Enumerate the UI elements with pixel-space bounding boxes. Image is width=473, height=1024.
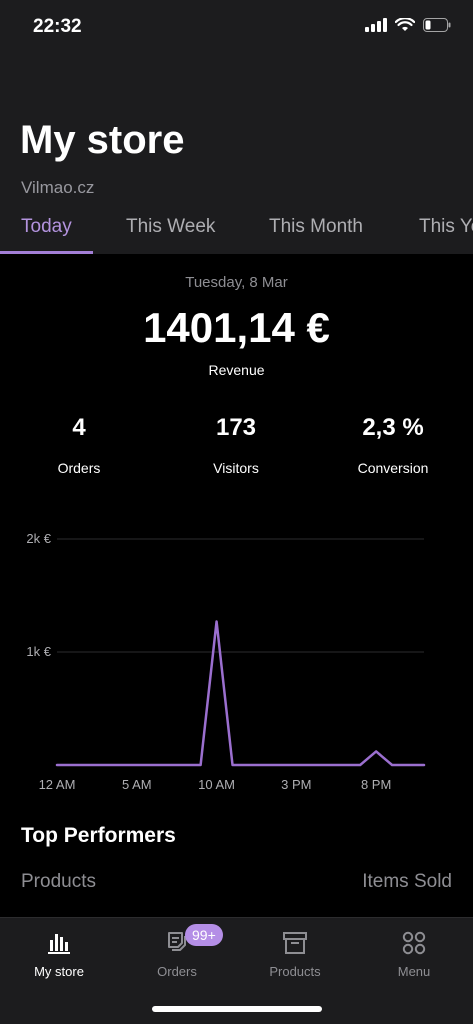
tabbar-my-store-label: My store — [34, 964, 84, 979]
store-header: My store Vilmao.cz Today This Week This … — [0, 56, 473, 254]
chart-x-tick-label: 8 PM — [361, 777, 391, 792]
stat-visitors-label: Visitors — [213, 460, 259, 476]
chart-series-line — [55, 620, 426, 767]
cellular-signal-icon — [365, 18, 387, 32]
battery-icon — [423, 18, 451, 32]
tabbar-orders-label: Orders — [157, 964, 197, 979]
stat-conversion-value: 2,3 % — [362, 414, 424, 441]
tab-this-year[interactable]: This Year — [419, 216, 473, 238]
chart-x-ticks: 12 AM 5 AM 10 AM 3 PM 8 PM — [39, 777, 392, 792]
grid-circles-icon — [402, 931, 426, 955]
tab-today[interactable]: Today — [21, 216, 72, 238]
status-icons — [365, 18, 451, 32]
home-indicator — [152, 1006, 322, 1012]
chart-grid — [57, 538, 424, 653]
orders-badge: 99+ — [185, 924, 223, 946]
tabbar-orders[interactable]: 99+ Orders — [118, 918, 236, 988]
tabbar-products-label: Products — [269, 964, 321, 979]
tab-this-week[interactable]: This Week — [126, 216, 215, 238]
date-label: Tuesday, 8 Mar — [185, 274, 288, 291]
tabbar-menu-label: Menu — [397, 964, 431, 979]
page-title: My store — [20, 118, 185, 162]
wifi-icon — [395, 18, 415, 31]
stat-orders-value: 4 — [72, 414, 86, 441]
archive-box-icon — [283, 932, 307, 954]
stat-visitors-value: 173 — [215, 414, 257, 441]
chart-x-tick-label: 3 PM — [281, 777, 311, 792]
chart-x-tick-label: 5 AM — [122, 777, 152, 792]
stat-orders-label: Orders — [57, 460, 101, 476]
period-tabs: Today This Week This Month This Year — [0, 206, 473, 254]
active-tab-indicator — [0, 251, 93, 254]
chart-y-ticks: 1k € 2k € — [26, 531, 51, 659]
stat-conversion-label: Conversion — [357, 460, 429, 476]
store-name: Vilmao.cz — [21, 178, 95, 197]
revenue-value: 1401,14 € — [143, 304, 330, 351]
tab-this-month[interactable]: This Month — [269, 216, 363, 238]
chart-y-tick-label: 1k € — [26, 644, 51, 659]
revenue-label: Revenue — [208, 362, 265, 378]
tabbar-my-store[interactable]: My store — [0, 918, 118, 988]
items-sold-column-header: Items Sold — [362, 871, 452, 892]
top-performers-title: Top Performers — [21, 824, 176, 847]
bar-chart-icon — [48, 934, 70, 954]
chart-x-tick-label: 10 AM — [198, 777, 235, 792]
status-time: 22:32 — [33, 16, 82, 37]
status-bar: 22:32 — [0, 0, 473, 56]
tabbar-products[interactable]: Products — [236, 918, 354, 988]
tabbar-menu[interactable]: Menu — [355, 918, 473, 988]
chart-x-tick-label: 12 AM — [39, 777, 76, 792]
revenue-chart: 1k € 2k € 12 AM 5 AM 10 AM 3 PM 8 PM — [26, 531, 426, 792]
products-column-header: Products — [21, 871, 96, 892]
chart-series — [55, 620, 426, 767]
chart-y-tick-label: 2k € — [26, 531, 51, 546]
